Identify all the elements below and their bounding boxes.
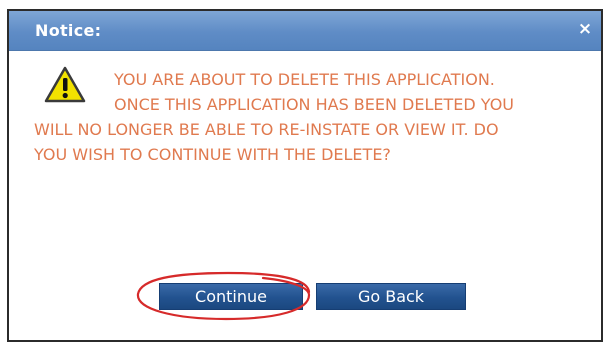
- message-line-4: YOU WISH TO CONTINUE WITH THE DELETE?: [34, 145, 391, 164]
- notice-dialog: Notice: × YOU ARE ABOUT TO DELETE THIS A…: [7, 9, 603, 342]
- continue-button[interactable]: Continue: [159, 283, 303, 310]
- dialog-title: Notice:: [35, 21, 102, 40]
- message-line-1: YOU ARE ABOUT TO DELETE THIS APPLICATION…: [114, 70, 495, 89]
- message-line-2: ONCE THIS APPLICATION HAS BEEN DELETED Y…: [114, 95, 514, 114]
- warning-icon: [44, 66, 86, 103]
- close-icon[interactable]: ×: [576, 20, 594, 38]
- go-back-button[interactable]: Go Back: [316, 283, 466, 310]
- dialog-titlebar: Notice: ×: [9, 11, 601, 51]
- message-line-3: WILL NO LONGER BE ABLE TO RE-INSTATE OR …: [34, 120, 499, 139]
